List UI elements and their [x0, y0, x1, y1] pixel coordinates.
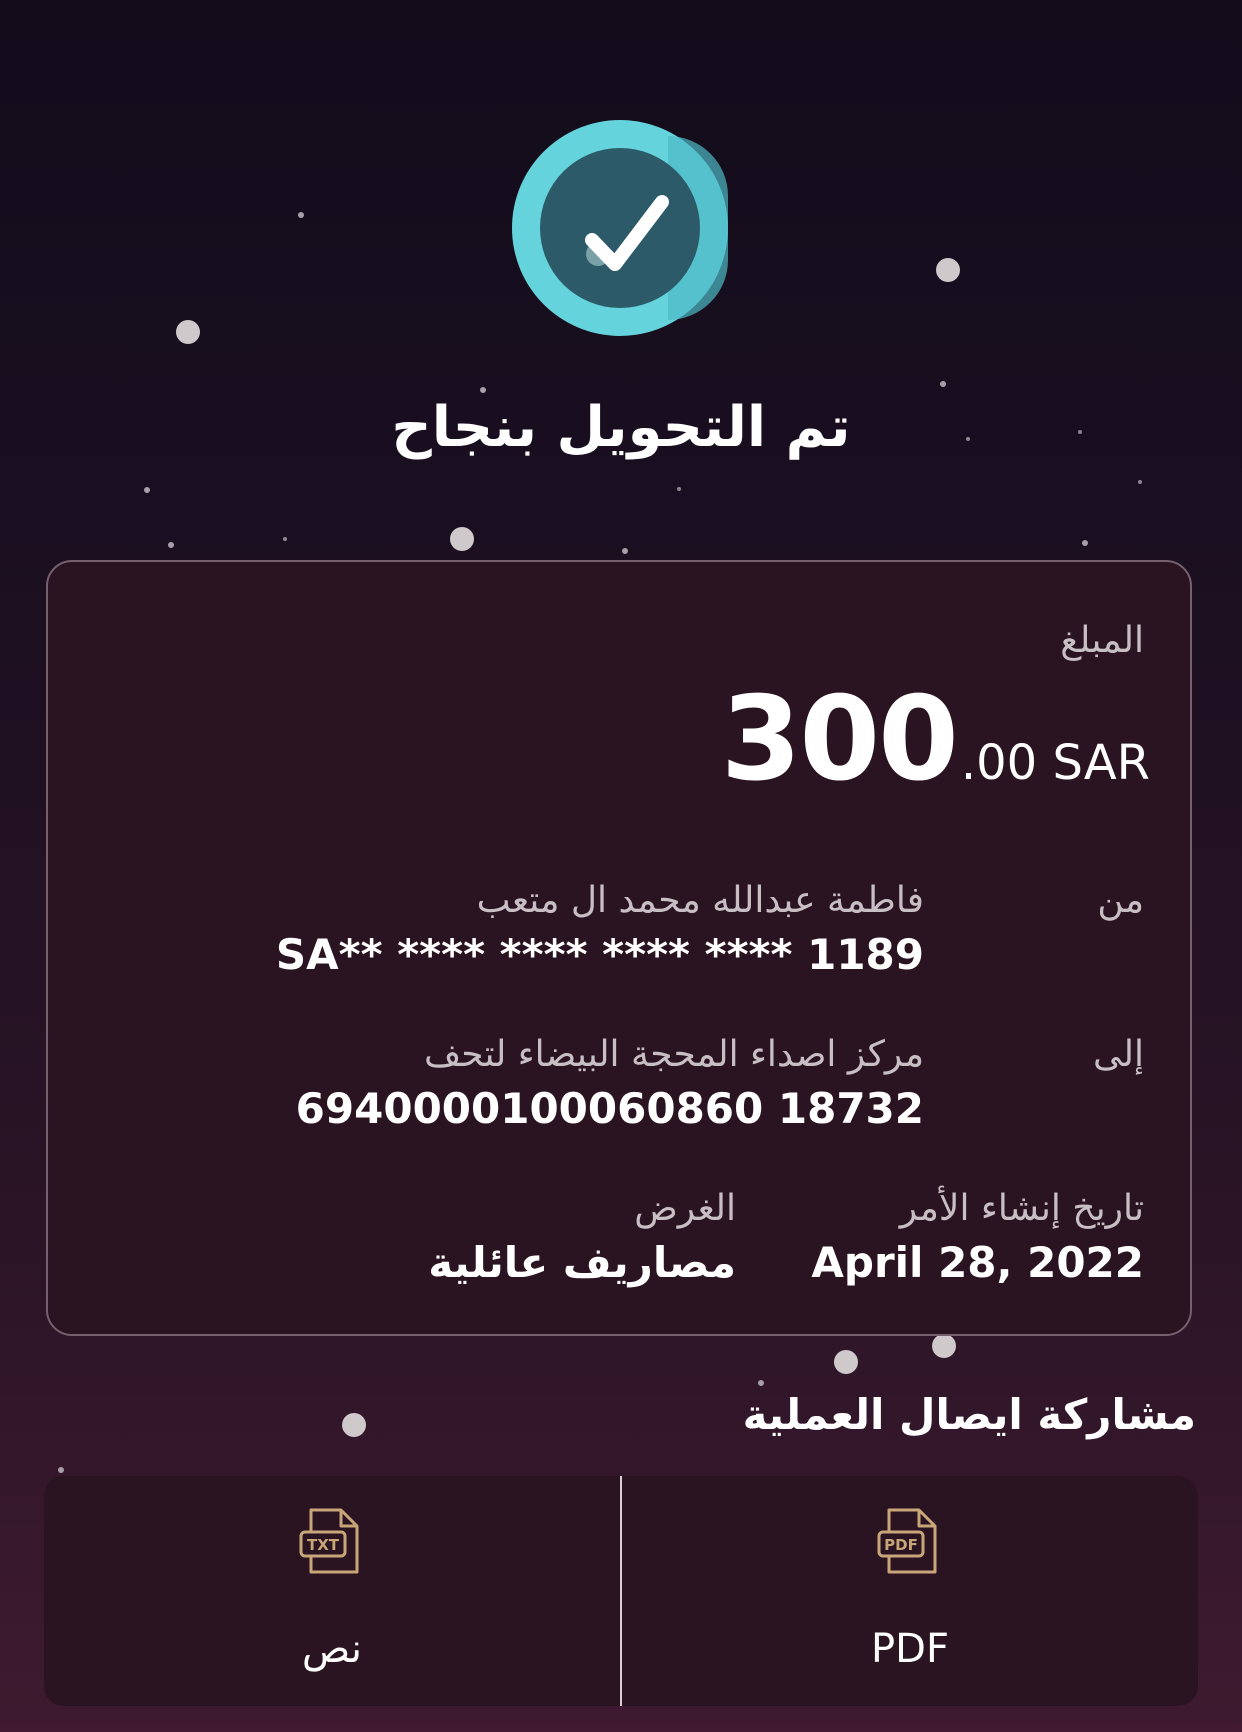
- from-label: من: [1097, 880, 1144, 921]
- amount-currency: .00 SAR: [960, 735, 1150, 791]
- star-decoration: [342, 1413, 366, 1437]
- amount-label: المبلغ: [1060, 620, 1144, 661]
- star-decoration: [58, 1467, 64, 1473]
- share-pdf-button[interactable]: PDF PDF: [622, 1476, 1198, 1706]
- txt-badge-text: TXT: [307, 1536, 340, 1554]
- to-name: مركز اصداء المحجة البيضاء لتحف: [423, 1034, 924, 1075]
- star-decoration: [168, 542, 174, 548]
- date-value: April 28, 2022: [811, 1238, 1144, 1287]
- star-decoration: [677, 487, 681, 491]
- share-text-label: نص: [301, 1626, 363, 1672]
- purpose-label: الغرض: [634, 1188, 736, 1229]
- share-options: PDF PDF TXT نص: [44, 1476, 1198, 1706]
- star-decoration: [1082, 540, 1088, 546]
- star-decoration: [622, 548, 628, 554]
- date-label: تاريخ إنشاء الأمر: [899, 1188, 1144, 1229]
- from-name: فاطمة عبدالله محمد ال متعب: [476, 880, 924, 921]
- checkmark-icon: [585, 195, 669, 271]
- share-pdf-label: PDF: [871, 1626, 949, 1672]
- star-decoration: [936, 258, 960, 282]
- check-circle-icon: [512, 120, 728, 336]
- star-decoration: [940, 381, 946, 387]
- purpose-value: مصاريف عائلية: [428, 1238, 736, 1287]
- pdf-file-icon: PDF: [877, 1508, 937, 1574]
- check-circle-core: [540, 148, 700, 308]
- to-label: إلى: [1093, 1034, 1144, 1075]
- star-decoration: [450, 527, 474, 551]
- to-account: 6940000100060860 18732: [295, 1084, 924, 1133]
- star-decoration: [932, 1334, 956, 1358]
- from-account: SA** **** **** **** **** 1189: [275, 930, 924, 979]
- star-decoration: [480, 387, 486, 393]
- amount-value: 300 .00 SAR: [721, 680, 1150, 800]
- star-decoration: [144, 487, 150, 493]
- amount-main: 300: [720, 672, 959, 807]
- star-decoration: [283, 537, 287, 541]
- txt-file-icon: TXT: [299, 1508, 359, 1574]
- star-decoration: [1138, 480, 1142, 484]
- share-text-button[interactable]: TXT نص: [44, 1476, 622, 1706]
- receipt-card: المبلغ من فاطمة عبدالله محمد ال متعب SA*…: [46, 560, 1192, 1336]
- star-decoration: [298, 212, 304, 218]
- star-decoration: [834, 1350, 858, 1374]
- star-decoration: [176, 320, 200, 344]
- page-title: تم التحويل بنجاح: [391, 395, 851, 460]
- pdf-badge-text: PDF: [884, 1536, 918, 1554]
- star-decoration: [758, 1380, 764, 1386]
- share-receipt-title: مشاركة ايصال العملية: [742, 1390, 1196, 1439]
